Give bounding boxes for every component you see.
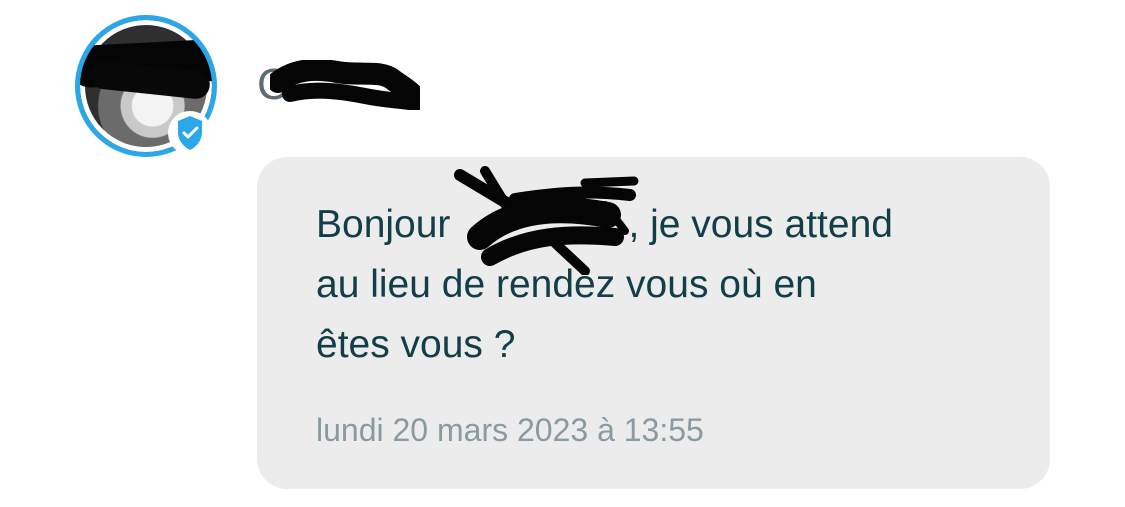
- message-line-3: êtes vous ?: [316, 323, 516, 366]
- name-redaction: [270, 60, 420, 110]
- message-line-1: Bonjour , je vous attend: [316, 195, 1016, 255]
- message-text: Bonjour , je vous attend au lieu de rende…: [316, 195, 1016, 375]
- message-timestamp: lundi 20 mars 2023 à 13:55: [316, 412, 704, 448]
- text-redaction: [454, 166, 639, 275]
- greeting-prefix: Bonjour: [316, 203, 451, 246]
- greeting-suffix: , je vous attend: [628, 203, 893, 246]
- verified-shield-icon: [168, 111, 212, 155]
- message-line-2: au lieu de rendez vous où en: [316, 263, 817, 306]
